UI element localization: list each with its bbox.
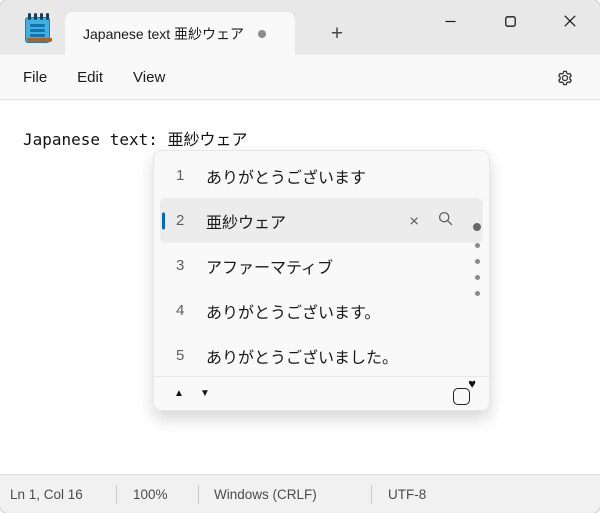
candidate-number: 2 [176,212,190,229]
page-down-button[interactable]: ▼ [192,382,218,406]
pager-dot [475,243,480,248]
triangle-down-icon: ▼ [200,388,210,399]
status-encoding[interactable]: UTF-8 [372,487,600,502]
notepad-icon-ring [46,13,49,20]
tab-title: Japanese text 亜紗ウェア [83,24,244,44]
statusbar: Ln 1, Col 16 100% Windows (CRLF) UTF-8 [0,474,600,513]
close-button[interactable] [540,0,600,42]
pager-dot [475,275,480,280]
status-line-ending[interactable]: Windows (CRLF) [199,487,371,502]
candidate-number: 1 [176,167,190,184]
pager-dot-current [473,223,481,231]
notepad-icon-ring [34,13,37,20]
tab-japanese-text[interactable]: Japanese text 亜紗ウェア [65,12,295,55]
editor-text: Japanese text: [23,130,168,149]
candidate-number: 5 [176,347,190,364]
ime-candidate-2-selected[interactable]: 2 亜紗ウェア × [160,198,483,243]
notepad-icon-line [30,29,45,32]
new-tab-button[interactable]: + [318,18,356,50]
candidate-text: ありがとうございます。 [206,299,380,323]
dismiss-candidate-icon[interactable]: × [409,212,419,229]
status-zoom-level[interactable]: 100% [117,487,198,502]
ime-candidate-1[interactable]: 1 ありがとうございます [154,153,489,198]
menu-edit[interactable]: Edit [62,62,118,93]
minimize-button[interactable] [420,0,480,42]
candidate-number: 3 [176,257,190,274]
heart-icon: ♥ [468,377,476,390]
status-cursor-position: Ln 1, Col 16 [0,487,116,502]
selection-accent-bar [162,212,165,229]
search-candidate-icon[interactable] [438,211,453,231]
ime-footer: ▲ ▼ ♥ ♥ [154,376,489,410]
menubar: File Edit View [0,55,600,100]
text-editor[interactable]: Japanese text: 亜紗ウェア 1 ありがとうございます 2 亜紗ウェ… [0,100,600,473]
unsaved-indicator-icon [258,30,266,38]
notepad-icon-line [30,24,45,27]
maximize-button[interactable] [480,0,540,42]
editor-text-line: Japanese text: 亜紗ウェア [23,126,248,150]
pager-dot [475,291,480,296]
window-controls [420,0,600,42]
candidate-text: ありがとうございます [206,164,366,188]
notepad-window: Japanese text 亜紗ウェア + [0,0,600,513]
triangle-up-icon: ▲ [174,388,184,399]
ime-candidate-3[interactable]: 3 アファーマティブ [154,243,489,288]
notepad-icon-ring [40,13,43,20]
menu-file[interactable]: File [8,62,62,93]
maximize-icon [505,16,516,27]
candidate-text: アファーマティブ [206,254,333,278]
notepad-icon-base [27,38,52,42]
notepad-app-icon [24,13,51,46]
ime-candidate-window: 1 ありがとうございます 2 亜紗ウェア × [153,150,490,411]
page-up-button[interactable]: ▲ [166,382,192,406]
ime-candidate-5[interactable]: 5 ありがとうございました。 [154,333,489,378]
ime-composition-text: 亜紗ウェア [168,130,248,152]
gear-icon [556,69,574,87]
candidate-text: 亜紗ウェア [206,209,286,233]
menu-view[interactable]: View [118,62,180,93]
close-icon [564,15,576,27]
notepad-icon-ring [28,13,31,20]
minimize-icon [445,16,456,27]
notepad-icon-line [30,34,45,37]
settings-button[interactable] [544,62,586,94]
ime-page-indicator [472,223,482,296]
candidate-text: ありがとうございました。 [206,344,398,368]
ime-candidate-4[interactable]: 4 ありがとうございます。 [154,288,489,333]
candidate-number: 4 [176,302,190,319]
emoji-favorites-button[interactable]: ♥ ♥ [451,381,477,407]
notepad-icon-body [25,17,50,43]
ime-candidate-list: 1 ありがとうございます 2 亜紗ウェア × [154,153,489,378]
titlebar: Japanese text 亜紗ウェア + [0,0,600,55]
pager-dot [475,259,480,264]
